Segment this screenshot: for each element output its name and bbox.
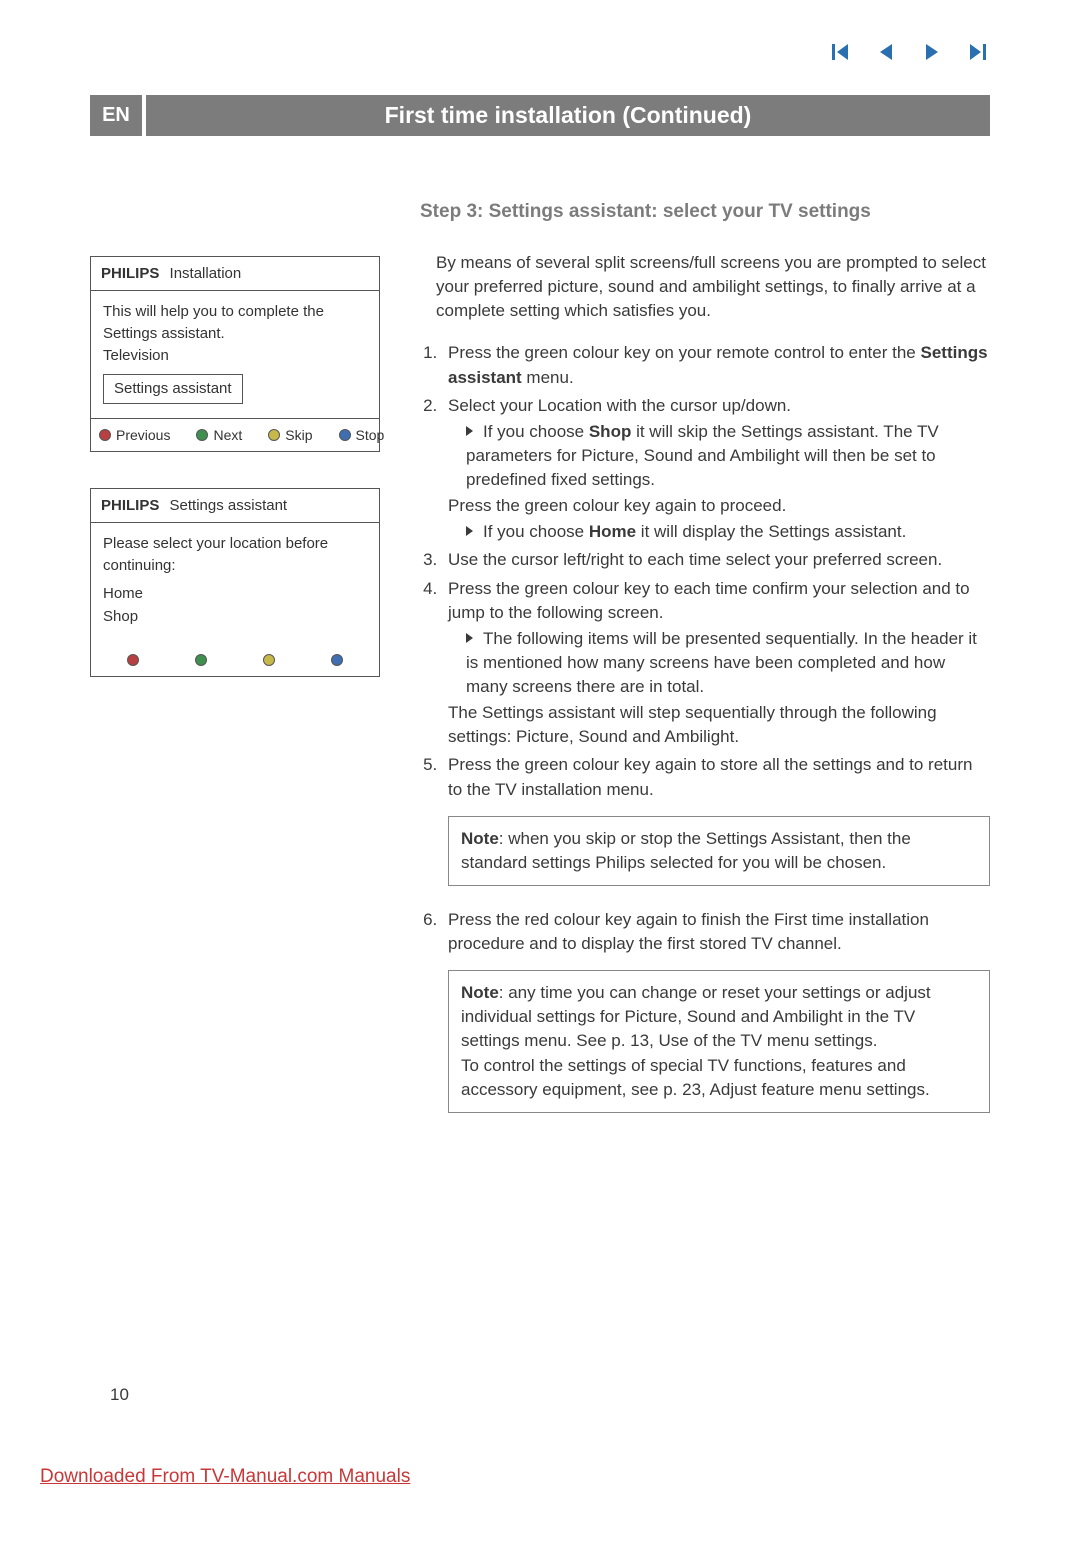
page-number: 10	[110, 1385, 129, 1405]
yellow-dot-icon	[268, 429, 280, 441]
nav-first-icon[interactable]	[828, 40, 852, 69]
green-dot-icon	[196, 429, 208, 441]
osd-header: PHILIPS Settings assistant	[91, 489, 379, 523]
instruction-list: Press the green colour key on your remot…	[420, 341, 990, 801]
osd-body: Please select your location before conti…	[91, 523, 379, 644]
red-key-label: Previous	[116, 427, 170, 443]
sub-item: The following items will be presented se…	[466, 627, 990, 699]
osd-installation-box: PHILIPS Installation This will help you …	[90, 256, 380, 452]
osd-text-line: Television	[103, 345, 367, 367]
text: If you choose	[483, 422, 589, 441]
blue-dot-icon	[339, 429, 351, 441]
text: If you choose	[483, 522, 589, 541]
intro-paragraph: By means of several split screens/full s…	[436, 251, 990, 323]
step-heading: Step 3: Settings assistant: select your …	[420, 201, 990, 223]
sub-item: If you choose Shop it will skip the Sett…	[466, 420, 990, 492]
instruction-list-cont: Press the red colour key again to finish…	[420, 908, 990, 956]
osd-brand: PHILIPS	[101, 497, 159, 514]
bold-text: Shop	[589, 422, 632, 441]
note-box: Note: when you skip or stop the Settings…	[448, 816, 990, 886]
osd-title: Installation	[170, 265, 242, 282]
note-text: : when you skip or stop the Settings Ass…	[461, 829, 911, 872]
text: Press the green colour key to each time …	[448, 579, 970, 622]
green-key-label: Next	[213, 427, 242, 443]
list-item-1: Press the green colour key on your remot…	[442, 341, 990, 389]
list-item-6: Press the red colour key again to finish…	[442, 908, 990, 956]
content-area: PHILIPS Installation This will help you …	[90, 201, 990, 1135]
green-dot-icon	[195, 654, 207, 666]
osd-colour-key-row	[91, 644, 379, 676]
list-item-4: Press the green colour key to each time …	[442, 577, 990, 750]
nav-prev-icon[interactable]	[874, 40, 898, 69]
triangle-bullet-icon	[466, 526, 473, 536]
note-box: Note: any time you can change or reset y…	[448, 970, 990, 1113]
bold-text: Home	[589, 522, 636, 541]
note-text: To control the settings of special TV fu…	[461, 1054, 977, 1102]
osd-brand: PHILIPS	[101, 265, 159, 282]
text: Press the green colour key on your remot…	[448, 343, 920, 362]
text: The following items will be presented se…	[466, 629, 977, 696]
osd-prompt: Please select your location before conti…	[103, 533, 367, 577]
red-dot-icon	[99, 429, 111, 441]
yellow-dot-icon	[263, 654, 275, 666]
list-item-5: Press the green colour key again to stor…	[442, 753, 990, 801]
text-column: Step 3: Settings assistant: select your …	[420, 201, 990, 1135]
osd-title: Settings assistant	[170, 497, 288, 514]
page-title: First time installation (Continued)	[146, 95, 990, 136]
note-label: Note	[461, 983, 499, 1002]
blue-dot-icon	[331, 654, 343, 666]
osd-option-home: Home	[103, 583, 367, 605]
sublist: If you choose Home it will display the S…	[466, 520, 990, 544]
osd-colour-key-row: Previous Next Skip Stop	[91, 418, 379, 451]
osd-option-shop: Shop	[103, 606, 367, 628]
note-text: : any time you can change or reset your …	[461, 983, 931, 1050]
footer-source-link[interactable]: Downloaded From TV-Manual.com Manuals	[40, 1466, 410, 1488]
osd-highlighted-item: Settings assistant	[103, 374, 243, 404]
red-dot-icon	[127, 654, 139, 666]
text: Select your Location with the cursor up/…	[448, 396, 791, 415]
note-label: Note	[461, 829, 499, 848]
sub-item: If you choose Home it will display the S…	[466, 520, 990, 544]
continuation-text: The Settings assistant will step sequent…	[448, 701, 990, 749]
title-bar: EN First time installation (Continued)	[90, 95, 990, 136]
continuation-text: Press the green colour key again to proc…	[448, 494, 990, 518]
blue-key-label: Stop	[356, 427, 385, 443]
osd-body: This will help you to complete the Setti…	[91, 291, 379, 418]
diagrams-column: PHILIPS Installation This will help you …	[90, 201, 380, 1135]
nav-next-icon[interactable]	[920, 40, 944, 69]
manual-page: EN First time installation (Continued) P…	[0, 0, 1080, 1560]
osd-text-line: This will help you to complete the Setti…	[103, 301, 367, 345]
list-item-3: Use the cursor left/right to each time s…	[442, 548, 990, 572]
text: menu.	[522, 368, 574, 387]
osd-option-list: Home Shop	[103, 583, 367, 629]
text: it will display the Settings assistant.	[636, 522, 906, 541]
sublist: If you choose Shop it will skip the Sett…	[466, 420, 990, 492]
sublist: The following items will be presented se…	[466, 627, 990, 699]
yellow-key-label: Skip	[285, 427, 312, 443]
triangle-bullet-icon	[466, 633, 473, 643]
language-badge: EN	[90, 95, 146, 136]
nav-last-icon[interactable]	[966, 40, 990, 69]
osd-settings-assistant-box: PHILIPS Settings assistant Please select…	[90, 488, 380, 677]
osd-header: PHILIPS Installation	[91, 257, 379, 291]
pdf-nav-bar	[828, 40, 990, 69]
list-item-2: Select your Location with the cursor up/…	[442, 394, 990, 545]
triangle-bullet-icon	[466, 426, 473, 436]
